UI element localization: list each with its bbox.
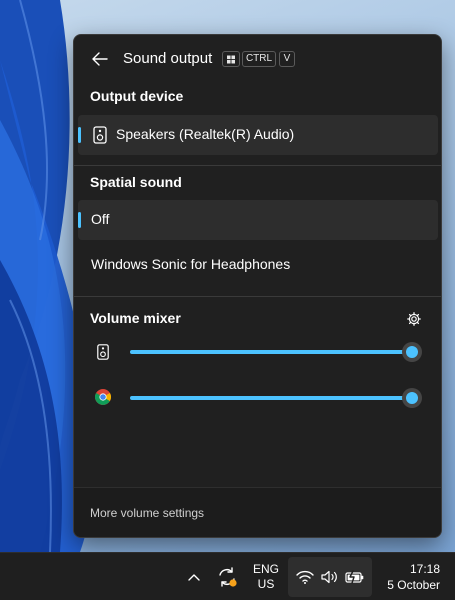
output-device-name: Speakers (Realtek(R) Audio) <box>116 126 295 142</box>
flyout-header: Sound output CTRL V <box>74 35 441 83</box>
battery-icon <box>345 570 364 584</box>
sound-output-flyout: Sound output CTRL V Output device Speake… <box>73 34 442 538</box>
speaker-icon <box>97 344 109 360</box>
speakers-volume-slider-thumb[interactable] <box>402 342 422 362</box>
section-divider <box>74 165 441 166</box>
clock-date: 5 October <box>387 578 440 592</box>
speaker-icon <box>93 126 107 144</box>
windows-key-icon <box>222 51 240 67</box>
taskbar: ENG US 17:18 5 October <box>0 552 455 600</box>
volume-mixer-settings-button[interactable] <box>404 310 424 328</box>
spatial-sound-option-label: Windows Sonic for Headphones <box>91 256 291 272</box>
chevron-up-icon <box>188 574 200 581</box>
input-language-indicator[interactable]: ENG US <box>248 562 284 592</box>
shortcut-key-v: V <box>279 51 295 67</box>
chrome-volume-slider[interactable] <box>130 396 412 400</box>
more-volume-settings-link[interactable]: More volume settings <box>90 506 204 520</box>
taskbar-clock[interactable]: 17:18 5 October <box>378 561 440 593</box>
quick-settings-tray[interactable] <box>288 557 372 597</box>
gear-icon <box>407 312 421 326</box>
volume-mixer-label: Volume mixer <box>90 310 181 326</box>
spatial-sound-label: Spatial sound <box>90 174 182 190</box>
clock-time: 17:18 <box>409 562 440 576</box>
selected-indicator <box>78 212 81 228</box>
output-device-item-speakers[interactable]: Speakers (Realtek(R) Audio) <box>78 115 438 155</box>
wifi-icon <box>296 570 314 584</box>
back-arrow-icon <box>92 52 108 66</box>
shortcut-key-ctrl: CTRL <box>242 51 276 67</box>
output-device-label: Output device <box>90 88 184 104</box>
spatial-sound-option-label: Off <box>91 211 110 227</box>
speakers-volume-slider[interactable] <box>130 350 412 354</box>
spatial-sound-item-off[interactable]: Off <box>78 200 438 240</box>
chrome-icon <box>95 389 111 405</box>
language-code: ENG <box>252 562 279 576</box>
sync-icon <box>219 567 237 587</box>
section-divider <box>74 296 441 297</box>
update-badge <box>229 579 237 587</box>
show-hidden-icons-button[interactable] <box>184 567 204 587</box>
volume-icon <box>321 570 337 584</box>
update-tray-button[interactable] <box>214 564 240 590</box>
selected-indicator <box>78 127 81 143</box>
keyboard-layout-code: US <box>257 577 275 591</box>
spatial-sound-item-windows-sonic[interactable]: Windows Sonic for Headphones <box>78 245 438 285</box>
chrome-volume-slider-thumb[interactable] <box>402 388 422 408</box>
flyout-footer: More volume settings <box>74 487 441 537</box>
flyout-title: Sound output <box>123 50 213 67</box>
back-button[interactable] <box>86 47 114 71</box>
